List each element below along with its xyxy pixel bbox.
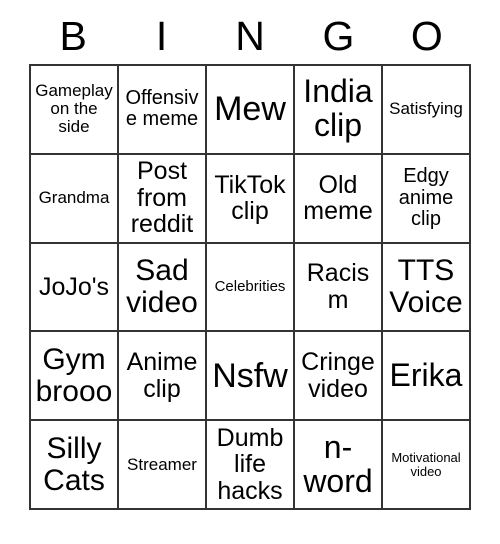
bingo-cell-label: JoJo's xyxy=(38,272,110,301)
header-letter-n: N xyxy=(235,12,265,59)
bingo-row: JoJo's Sad video Celebrities Racism TTS … xyxy=(31,243,471,333)
bingo-cell-label: Old meme xyxy=(303,170,373,226)
bingo-cell[interactable]: Mew xyxy=(207,66,295,155)
bingo-cell-label: Grandma xyxy=(38,188,110,208)
bingo-cell[interactable]: Streamer xyxy=(119,421,207,510)
bingo-cell-label: n-word xyxy=(303,428,373,499)
bingo-cell-label: Dumb life hacks xyxy=(216,423,284,505)
bingo-cell-label: Nsfw xyxy=(212,356,288,395)
bingo-cell[interactable]: TikTok clip xyxy=(207,154,295,244)
bingo-cell[interactable]: n-word xyxy=(295,421,383,510)
bingo-cell[interactable]: Anime clip xyxy=(119,332,207,422)
bingo-cell[interactable]: Dumb life hacks xyxy=(207,421,295,510)
bingo-grid: Gameplay on the side Offensive meme Mew … xyxy=(29,64,471,510)
bingo-cell-label: Gym brooo xyxy=(35,342,113,408)
bingo-cell[interactable]: Sad video xyxy=(119,243,207,333)
bingo-cell-label: Mew xyxy=(214,90,286,129)
bingo-cell-label: Satisfying xyxy=(389,99,463,119)
bingo-cell[interactable]: Gym brooo xyxy=(31,332,119,422)
bingo-cell-label: Celebrities xyxy=(214,278,286,296)
bingo-cell[interactable]: Motivational video xyxy=(383,421,471,510)
bingo-row: Gym brooo Anime clip Nsfw Cringe video E… xyxy=(31,332,471,422)
bingo-cell[interactable]: Silly Cats xyxy=(31,421,119,510)
bingo-cell[interactable]: Racism xyxy=(295,243,383,333)
bingo-cell-label: India clip xyxy=(303,73,373,144)
bingo-cell[interactable]: Nsfw xyxy=(207,332,295,422)
bingo-cell[interactable]: Offensive meme xyxy=(119,66,207,155)
bingo-cell-label: Erika xyxy=(389,356,463,393)
bingo-cell[interactable]: Grandma xyxy=(31,154,119,244)
bingo-cell-label: TTS Voice xyxy=(389,254,463,319)
bingo-cell[interactable]: Old meme xyxy=(295,154,383,244)
bingo-cell-label: Edgy anime clip xyxy=(398,165,454,230)
bingo-cell[interactable]: Edgy anime clip xyxy=(383,154,471,244)
bingo-cell-label: Silly Cats xyxy=(43,431,105,497)
bingo-cell-label: Post from reddit xyxy=(130,157,194,239)
header-letter-i: I xyxy=(155,12,168,59)
bingo-row: Grandma Post from reddit TikTok clip Old… xyxy=(31,154,471,244)
bingo-cell[interactable]: Gameplay on the side xyxy=(31,66,119,155)
bingo-cell[interactable]: JoJo's xyxy=(31,243,119,333)
bingo-cell-label: TikTok clip xyxy=(214,170,286,226)
bingo-card: B I N G O Gameplay on the side Offensive… xyxy=(29,8,471,510)
bingo-cell[interactable]: India clip xyxy=(295,66,383,155)
bingo-cell[interactable]: Post from reddit xyxy=(119,154,207,244)
bingo-cell-label: Racism xyxy=(306,259,370,314)
header-letter-b: B xyxy=(59,12,87,59)
header-letter-o: O xyxy=(410,12,443,59)
bingo-cell-label: Cringe video xyxy=(301,348,375,403)
bingo-cell-label: Sad video xyxy=(126,254,198,319)
header-letter-g: G xyxy=(322,12,355,59)
bingo-cell-label: Offensive meme xyxy=(125,87,199,131)
bingo-cell[interactable]: Cringe video xyxy=(295,332,383,422)
bingo-row: Silly Cats Streamer Dumb life hacks n-wo… xyxy=(31,421,471,510)
bingo-cell-label: Motivational video xyxy=(391,449,461,479)
bingo-header: B I N G O xyxy=(29,8,471,64)
bingo-cell-label: Gameplay on the side xyxy=(35,81,113,137)
bingo-row: Gameplay on the side Offensive meme Mew … xyxy=(31,66,471,155)
bingo-cell[interactable]: Erika xyxy=(383,332,471,422)
bingo-cell[interactable]: Celebrities xyxy=(207,243,295,333)
bingo-cell-label: Streamer xyxy=(127,454,197,474)
bingo-cell[interactable]: Satisfying xyxy=(383,66,471,155)
bingo-cell-label: Anime clip xyxy=(126,348,198,403)
bingo-cell[interactable]: TTS Voice xyxy=(383,243,471,333)
